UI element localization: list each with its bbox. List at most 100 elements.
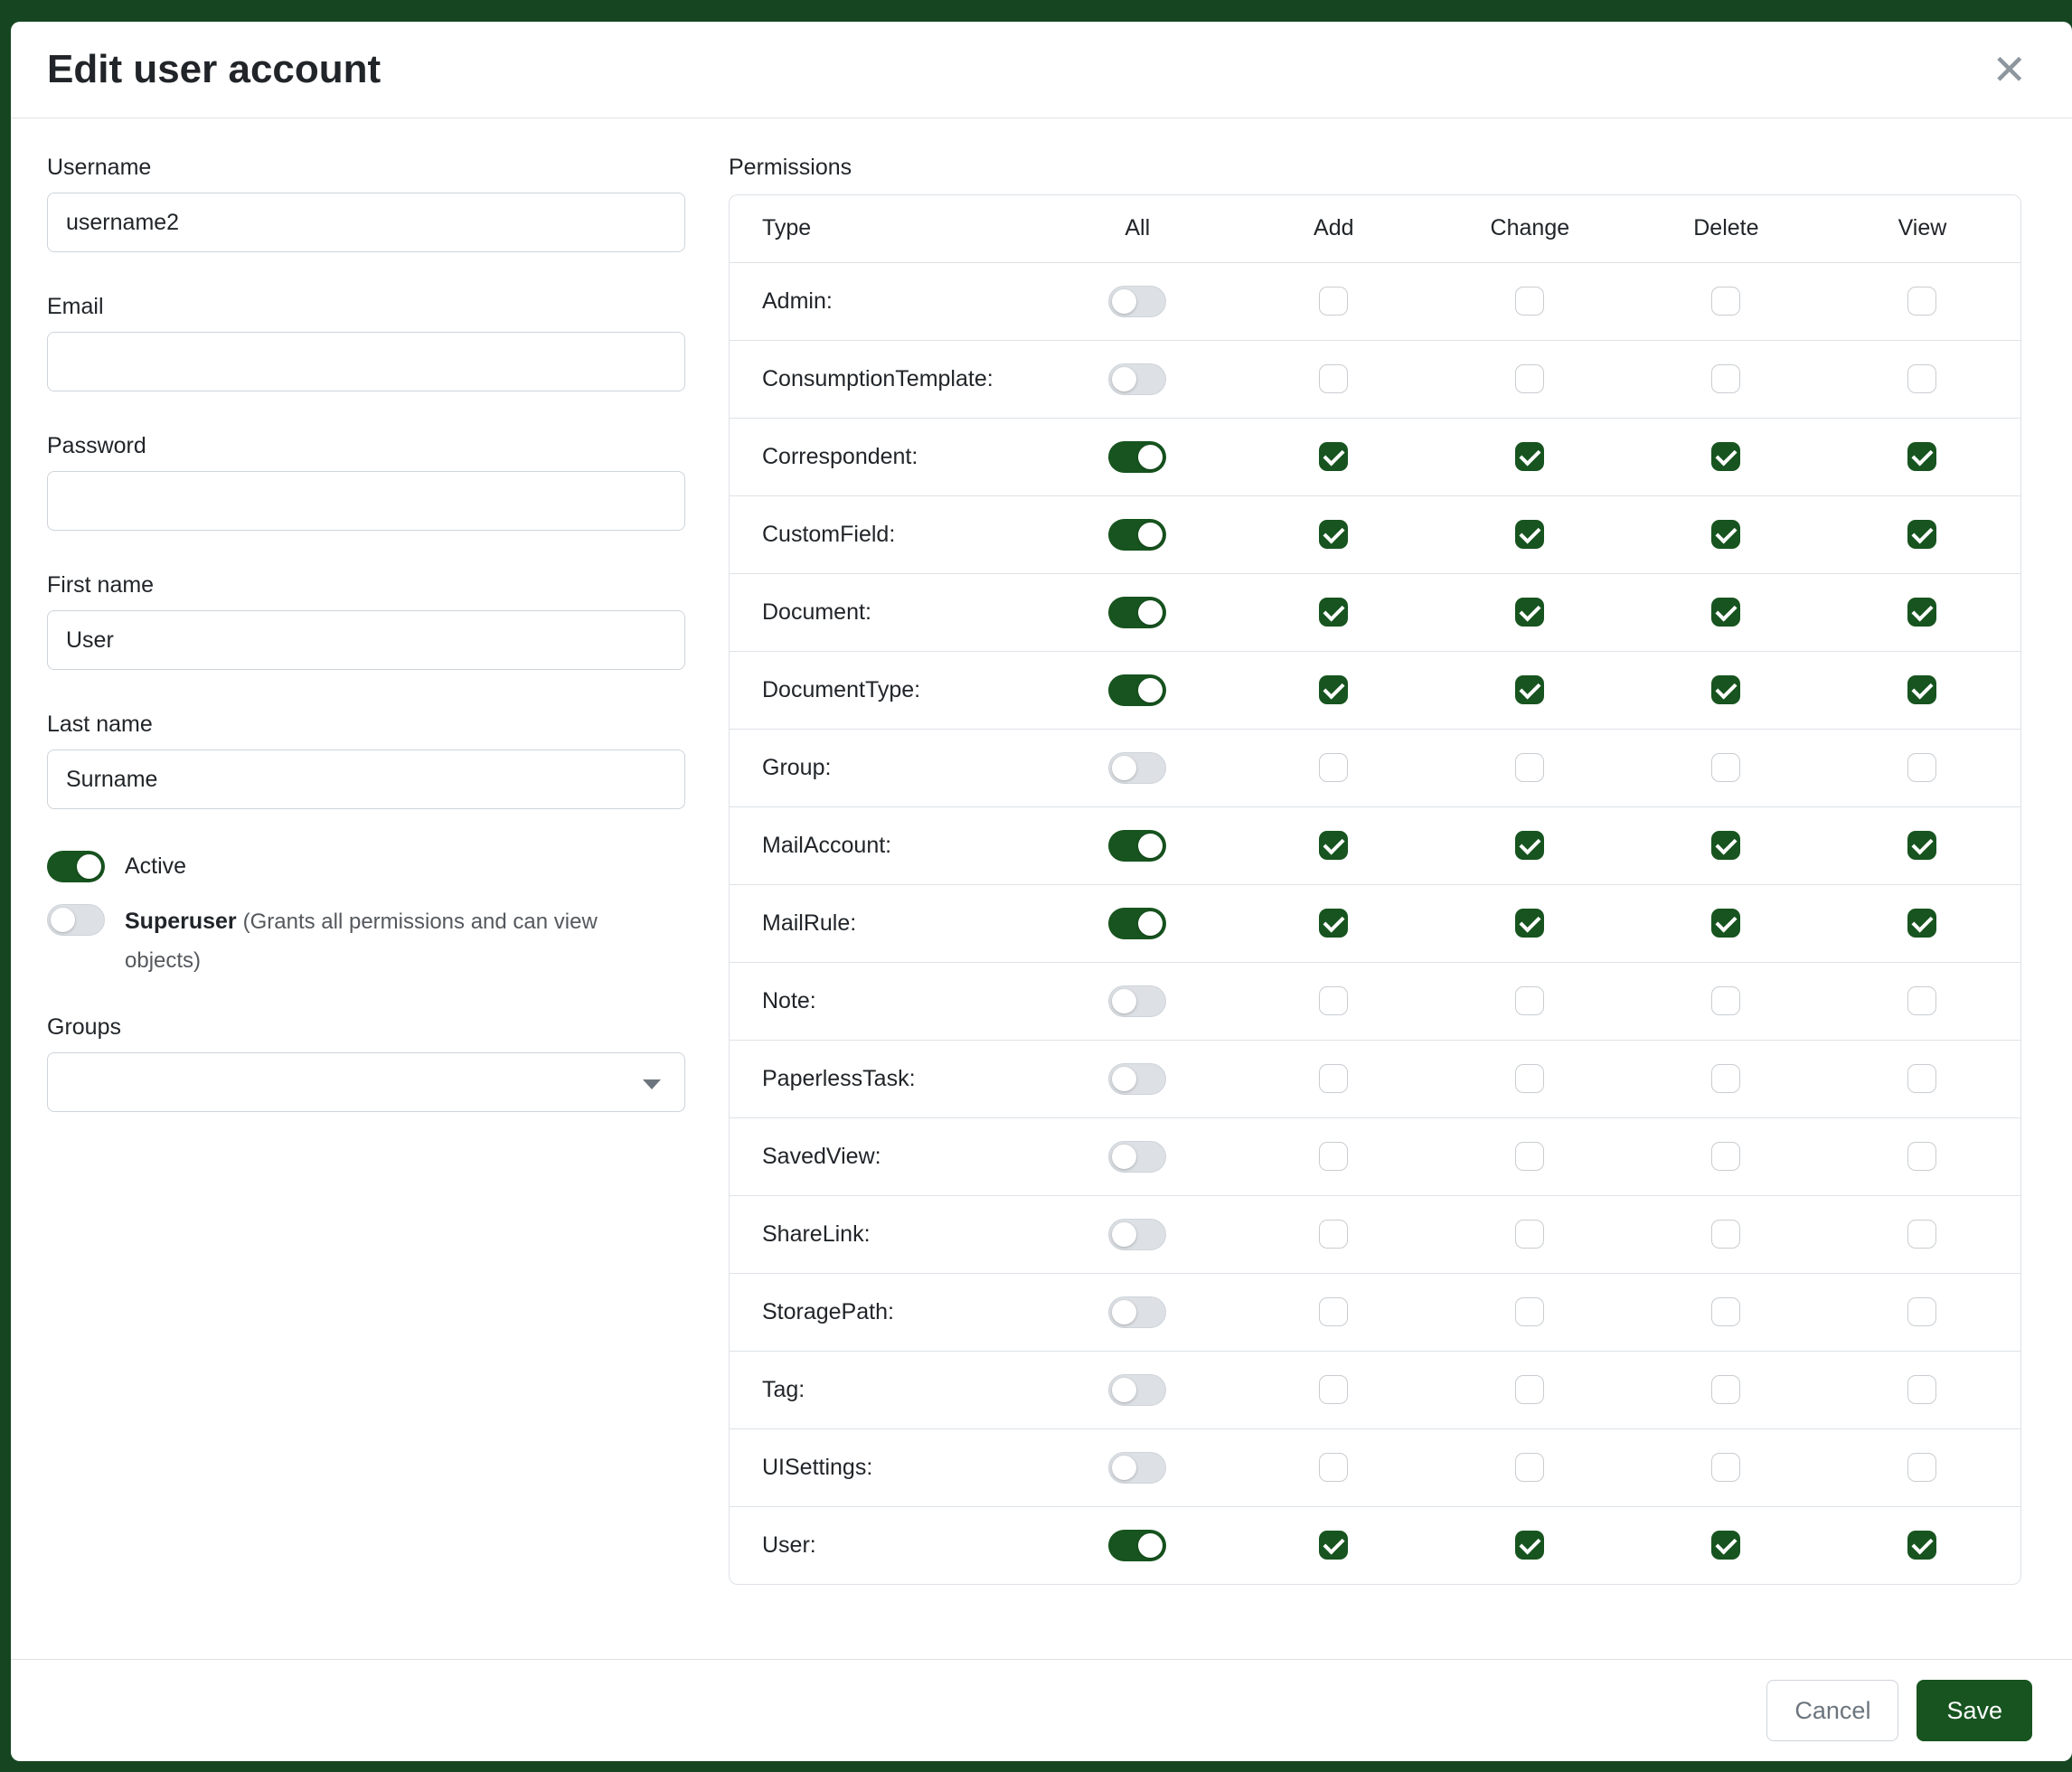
change-checkbox[interactable]	[1515, 1297, 1544, 1326]
permission-row: StoragePath:	[730, 1273, 2020, 1351]
email-field[interactable]	[47, 332, 685, 391]
all-toggle[interactable]	[1108, 1063, 1166, 1095]
view-checkbox[interactable]	[1907, 364, 1936, 393]
view-checkbox[interactable]	[1907, 831, 1936, 860]
change-checkbox[interactable]	[1515, 831, 1544, 860]
add-checkbox[interactable]	[1319, 753, 1348, 782]
view-checkbox[interactable]	[1907, 1220, 1936, 1249]
view-checkbox[interactable]	[1907, 287, 1936, 316]
add-checkbox[interactable]	[1319, 442, 1348, 471]
view-checkbox[interactable]	[1907, 753, 1936, 782]
all-toggle[interactable]	[1108, 1530, 1166, 1561]
delete-checkbox[interactable]	[1711, 1453, 1740, 1482]
active-toggle[interactable]	[47, 851, 105, 882]
all-toggle[interactable]	[1108, 1374, 1166, 1406]
all-toggle[interactable]	[1108, 597, 1166, 628]
add-checkbox[interactable]	[1319, 520, 1348, 549]
add-checkbox[interactable]	[1319, 287, 1348, 316]
add-checkbox[interactable]	[1319, 986, 1348, 1015]
view-checkbox[interactable]	[1907, 1142, 1936, 1171]
view-checkbox[interactable]	[1907, 1375, 1936, 1404]
change-checkbox[interactable]	[1515, 1064, 1544, 1093]
delete-checkbox[interactable]	[1711, 520, 1740, 549]
view-checkbox[interactable]	[1907, 598, 1936, 627]
change-checkbox[interactable]	[1515, 753, 1544, 782]
close-icon[interactable]: ✕	[1986, 49, 2032, 90]
all-toggle[interactable]	[1108, 1219, 1166, 1250]
add-checkbox[interactable]	[1319, 909, 1348, 938]
change-checkbox[interactable]	[1515, 442, 1544, 471]
first-name-field[interactable]	[47, 610, 685, 670]
toggle-knob	[1112, 756, 1136, 780]
delete-checkbox[interactable]	[1711, 753, 1740, 782]
delete-checkbox[interactable]	[1711, 598, 1740, 627]
add-checkbox[interactable]	[1319, 1064, 1348, 1093]
change-checkbox[interactable]	[1515, 909, 1544, 938]
all-toggle[interactable]	[1108, 1296, 1166, 1328]
all-toggle[interactable]	[1108, 752, 1166, 784]
all-toggle[interactable]	[1108, 363, 1166, 395]
change-checkbox[interactable]	[1515, 598, 1544, 627]
add-checkbox[interactable]	[1319, 598, 1348, 627]
change-checkbox[interactable]	[1515, 1531, 1544, 1560]
last-name-field[interactable]	[47, 749, 685, 809]
delete-checkbox[interactable]	[1711, 831, 1740, 860]
all-toggle[interactable]	[1108, 441, 1166, 473]
all-toggle[interactable]	[1108, 519, 1166, 551]
view-checkbox[interactable]	[1907, 675, 1936, 704]
delete-checkbox[interactable]	[1711, 1297, 1740, 1326]
add-checkbox[interactable]	[1319, 675, 1348, 704]
all-toggle[interactable]	[1108, 1141, 1166, 1173]
add-checkbox[interactable]	[1319, 1531, 1348, 1560]
add-checkbox[interactable]	[1319, 1453, 1348, 1482]
delete-checkbox[interactable]	[1711, 1220, 1740, 1249]
view-checkbox[interactable]	[1907, 909, 1936, 938]
view-checkbox[interactable]	[1907, 1064, 1936, 1093]
delete-checkbox[interactable]	[1711, 364, 1740, 393]
all-toggle[interactable]	[1108, 1452, 1166, 1484]
groups-select[interactable]	[47, 1052, 685, 1112]
delete-checkbox[interactable]	[1711, 1064, 1740, 1093]
all-toggle[interactable]	[1108, 286, 1166, 317]
change-checkbox[interactable]	[1515, 1453, 1544, 1482]
change-checkbox[interactable]	[1515, 1220, 1544, 1249]
view-checkbox[interactable]	[1907, 986, 1936, 1015]
change-checkbox[interactable]	[1515, 287, 1544, 316]
change-checkbox[interactable]	[1515, 986, 1544, 1015]
add-checkbox[interactable]	[1319, 831, 1348, 860]
view-checkbox[interactable]	[1907, 1531, 1936, 1560]
username-label: Username	[47, 155, 685, 181]
superuser-toggle[interactable]	[47, 904, 105, 936]
add-checkbox[interactable]	[1319, 364, 1348, 393]
active-row: Active	[47, 851, 685, 882]
delete-checkbox[interactable]	[1711, 675, 1740, 704]
username-input[interactable]	[47, 193, 685, 252]
view-checkbox[interactable]	[1907, 442, 1936, 471]
cancel-button[interactable]: Cancel	[1766, 1680, 1898, 1741]
save-button[interactable]: Save	[1917, 1680, 2032, 1741]
change-checkbox[interactable]	[1515, 520, 1544, 549]
password-field[interactable]	[47, 471, 685, 531]
delete-checkbox[interactable]	[1711, 986, 1740, 1015]
change-checkbox[interactable]	[1515, 364, 1544, 393]
all-toggle[interactable]	[1108, 830, 1166, 862]
add-checkbox[interactable]	[1319, 1297, 1348, 1326]
delete-checkbox[interactable]	[1711, 909, 1740, 938]
delete-checkbox[interactable]	[1711, 1142, 1740, 1171]
delete-checkbox[interactable]	[1711, 442, 1740, 471]
all-toggle[interactable]	[1108, 674, 1166, 706]
change-checkbox[interactable]	[1515, 1375, 1544, 1404]
all-toggle[interactable]	[1108, 985, 1166, 1017]
change-checkbox[interactable]	[1515, 1142, 1544, 1171]
add-checkbox[interactable]	[1319, 1220, 1348, 1249]
delete-checkbox[interactable]	[1711, 1531, 1740, 1560]
all-toggle[interactable]	[1108, 908, 1166, 939]
add-checkbox[interactable]	[1319, 1375, 1348, 1404]
view-checkbox[interactable]	[1907, 520, 1936, 549]
view-checkbox[interactable]	[1907, 1453, 1936, 1482]
delete-checkbox[interactable]	[1711, 287, 1740, 316]
delete-checkbox[interactable]	[1711, 1375, 1740, 1404]
add-checkbox[interactable]	[1319, 1142, 1348, 1171]
change-checkbox[interactable]	[1515, 675, 1544, 704]
view-checkbox[interactable]	[1907, 1297, 1936, 1326]
